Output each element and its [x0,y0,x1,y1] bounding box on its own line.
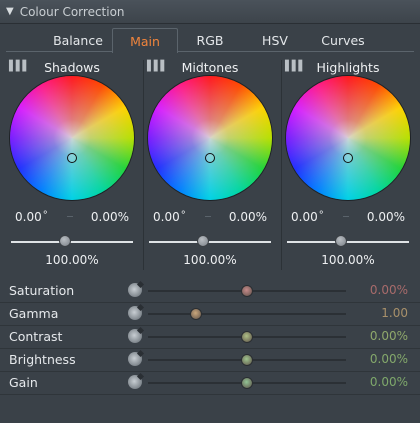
highlights-wheel-knob[interactable] [343,153,353,163]
midtones-magnitude[interactable]: 0.00% [229,210,267,224]
saturation-slider-thumb[interactable] [241,285,253,297]
midtones-panel: ▌▌▌ Midtones 0.00° 0.00% 100.00% [143,56,277,270]
gain-slider-thumb[interactable] [241,377,253,389]
midtones-color-wheel[interactable] [148,76,272,200]
highlights-readout-divider [343,216,349,217]
midtones-level-value[interactable]: 100.00% [143,253,277,267]
saturation-label: Saturation [9,283,75,298]
highlights-title: Highlights [316,60,380,75]
contrast-value[interactable]: 0.00% [370,329,408,343]
highlights-level-track[interactable] [287,241,409,243]
gamma-value[interactable]: 1.00 [381,306,408,320]
contrast-slider-thumb[interactable] [241,331,253,343]
highlights-magnitude[interactable]: 0.00% [367,210,405,224]
gain-label: Gain [9,375,38,390]
brightness-slider-thumb[interactable] [241,354,253,366]
tab-main[interactable]: Main [112,28,178,53]
tab-balance[interactable]: Balance [44,28,112,52]
shadows-level-track[interactable] [11,241,133,243]
panel-title: Colour Correction [19,4,125,19]
brightness-label: Brightness [9,352,76,367]
shadows-panel: ▌▌▌ Shadows 0.00° 0.00% 100.00% [5,56,139,270]
reset-knob-icon[interactable] [128,352,142,366]
saturation-value[interactable]: 0.00% [370,283,408,297]
midtones-readout-divider [205,216,211,217]
midtones-level-thumb[interactable] [197,235,209,247]
reset-knob-icon[interactable] [128,375,142,389]
panel-titlebar[interactable]: ▼ Colour Correction [0,0,420,24]
triangle-down-icon[interactable]: ▼ [6,6,14,17]
tab-rgb[interactable]: RGB [178,28,242,52]
brightness-value[interactable]: 0.00% [370,352,408,366]
tab-hsv[interactable]: HSV [242,28,308,52]
highlights-color-wheel[interactable] [286,76,410,200]
shadows-angle[interactable]: 0.00° [15,210,48,224]
reset-knob-icon[interactable] [128,329,142,343]
brightness-row: Brightness 0.00% [0,349,420,372]
tab-bar: Balance Main RGB HSV Curves [0,28,420,53]
gain-row: Gain 0.00% [0,372,420,395]
gamma-slider-thumb[interactable] [189,308,202,320]
shadows-wheel-knob[interactable] [67,153,77,163]
midtones-level-track[interactable] [149,241,271,243]
gamma-label: Gamma [9,306,59,321]
shadows-title: Shadows [44,60,100,75]
gamma-row: Gamma 1.00 [0,303,420,326]
highlights-level-thumb[interactable] [335,235,347,247]
highlights-level-value[interactable]: 100.00% [281,253,415,267]
colour-correction-panel: ▼ Colour Correction Balance Main RGB HSV… [0,0,420,423]
shadows-readout-divider [67,216,73,217]
shadows-color-wheel[interactable] [10,76,134,200]
contrast-row: Contrast 0.00% [0,326,420,349]
saturation-row: Saturation 0.00% [0,280,420,303]
gamma-slider-track[interactable] [148,313,346,315]
shadows-level-value[interactable]: 100.00% [5,253,139,267]
shadows-magnitude[interactable]: 0.00% [91,210,129,224]
reset-knob-icon[interactable] [128,306,142,320]
shadows-level-thumb[interactable] [59,235,71,247]
contrast-label: Contrast [9,329,63,344]
highlights-angle[interactable]: 0.00° [291,210,324,224]
midtones-title: Midtones [181,60,239,75]
gain-value[interactable]: 0.00% [370,375,408,389]
midtones-wheel-knob[interactable] [205,153,215,163]
midtones-angle[interactable]: 0.00° [153,210,186,224]
highlights-panel: ▌▌▌ Highlights 0.00° 0.00% 100.00% [281,56,415,270]
reset-knob-icon[interactable] [128,283,142,297]
tab-curves[interactable]: Curves [308,28,378,52]
